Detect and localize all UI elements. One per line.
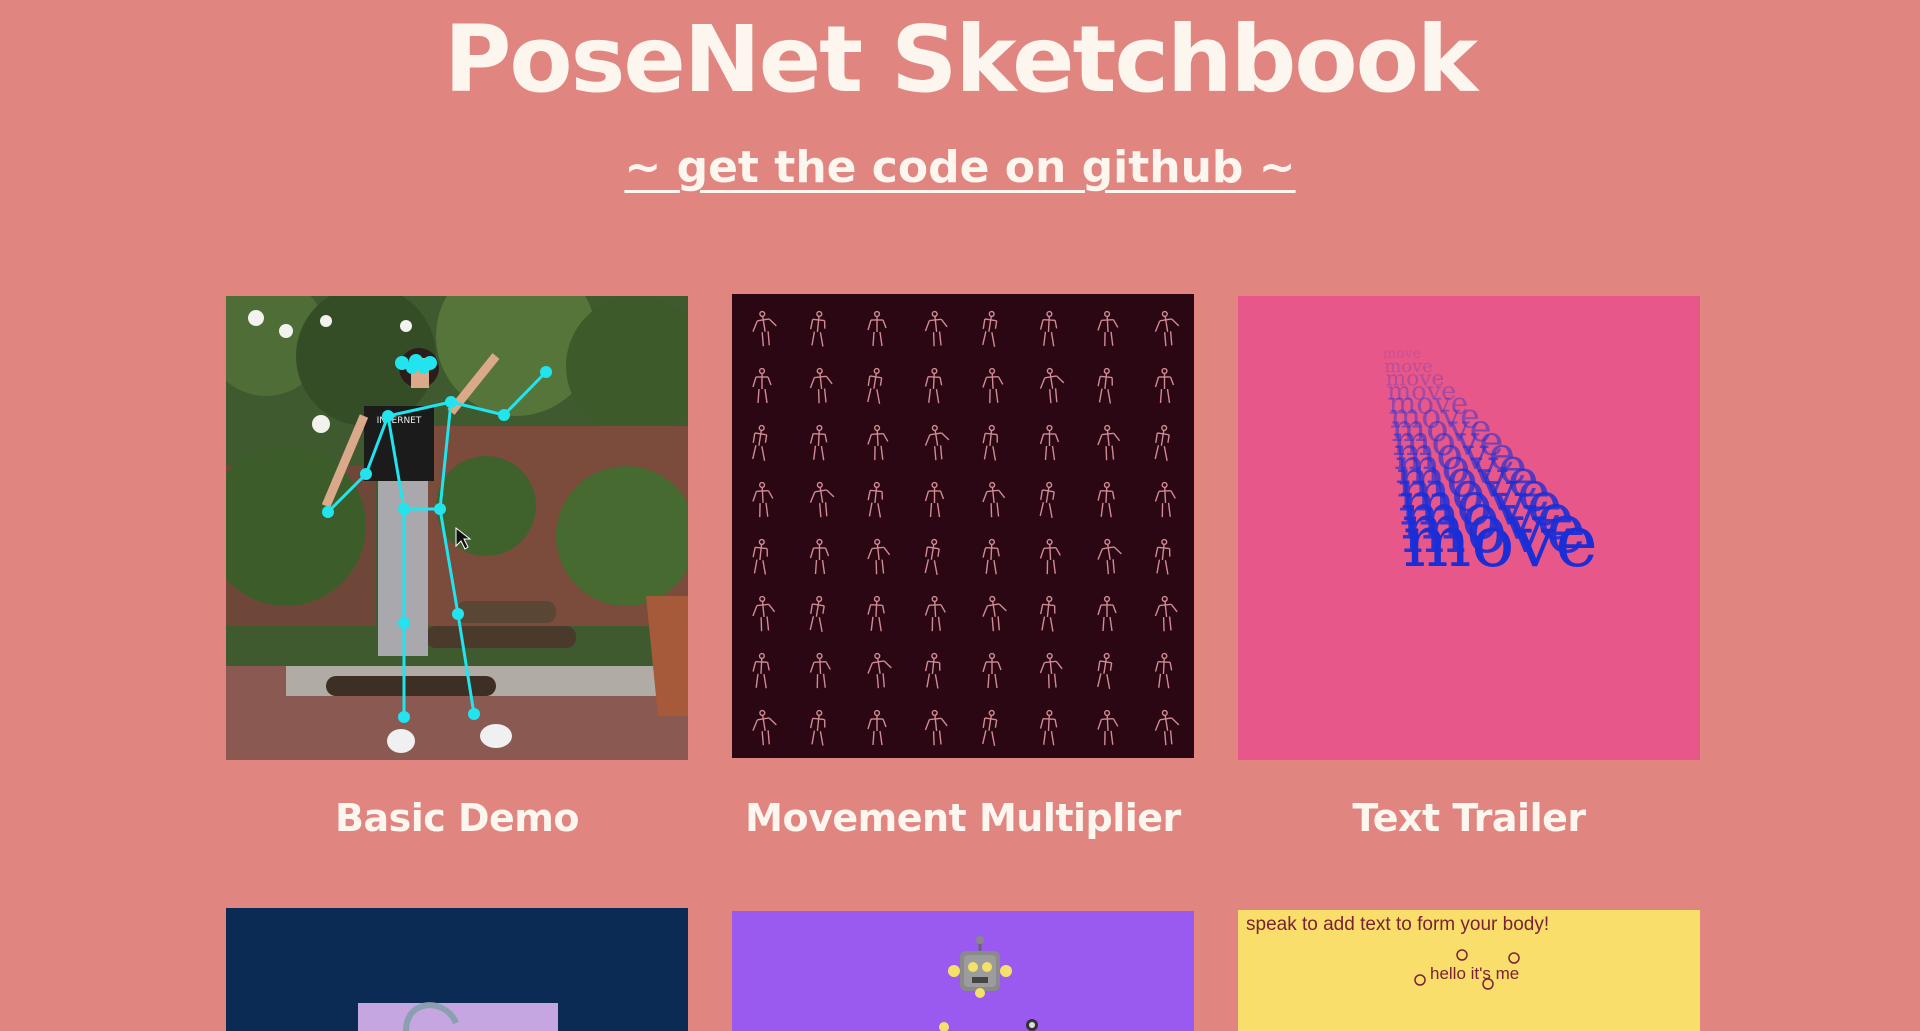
card-thumbnail[interactable] [226,908,688,1031]
page-title: PoseNet Sketchbook [443,6,1478,113]
robot-icon [732,911,1194,1031]
card-thumbnail[interactable]: move move move move move move move move move move… [1238,296,1700,760]
card-title[interactable]: Text Trailer [1238,796,1700,840]
speech-keypoints [1414,949,1520,990]
card-title[interactable]: Basic Demo [226,796,688,840]
github-link[interactable]: ~ get the code on github ~ [624,142,1295,193]
photo-pose-icon: INTERNET [226,296,688,760]
card-thumbnail[interactable] [732,911,1194,1031]
move-word: move [1403,499,1598,583]
card-thumbnail[interactable]: speak to add text to form your body! hel… [1238,910,1700,1031]
page: PoseNet Sketchbook ~ get the code on git… [0,0,1920,1031]
skeleton-grid-icon [732,294,1194,758]
github-link-container: ~ get the code on github ~ [0,136,1920,200]
card-thumbnail[interactable] [732,294,1194,758]
card-thumbnail[interactable]: INTERNET [226,296,688,760]
card-title[interactable]: Movement Multiplier [732,796,1194,840]
move-text-icon: movemovemovemovemovemovemovemovemovemove… [1238,296,1700,760]
figure-icon [226,908,688,1031]
